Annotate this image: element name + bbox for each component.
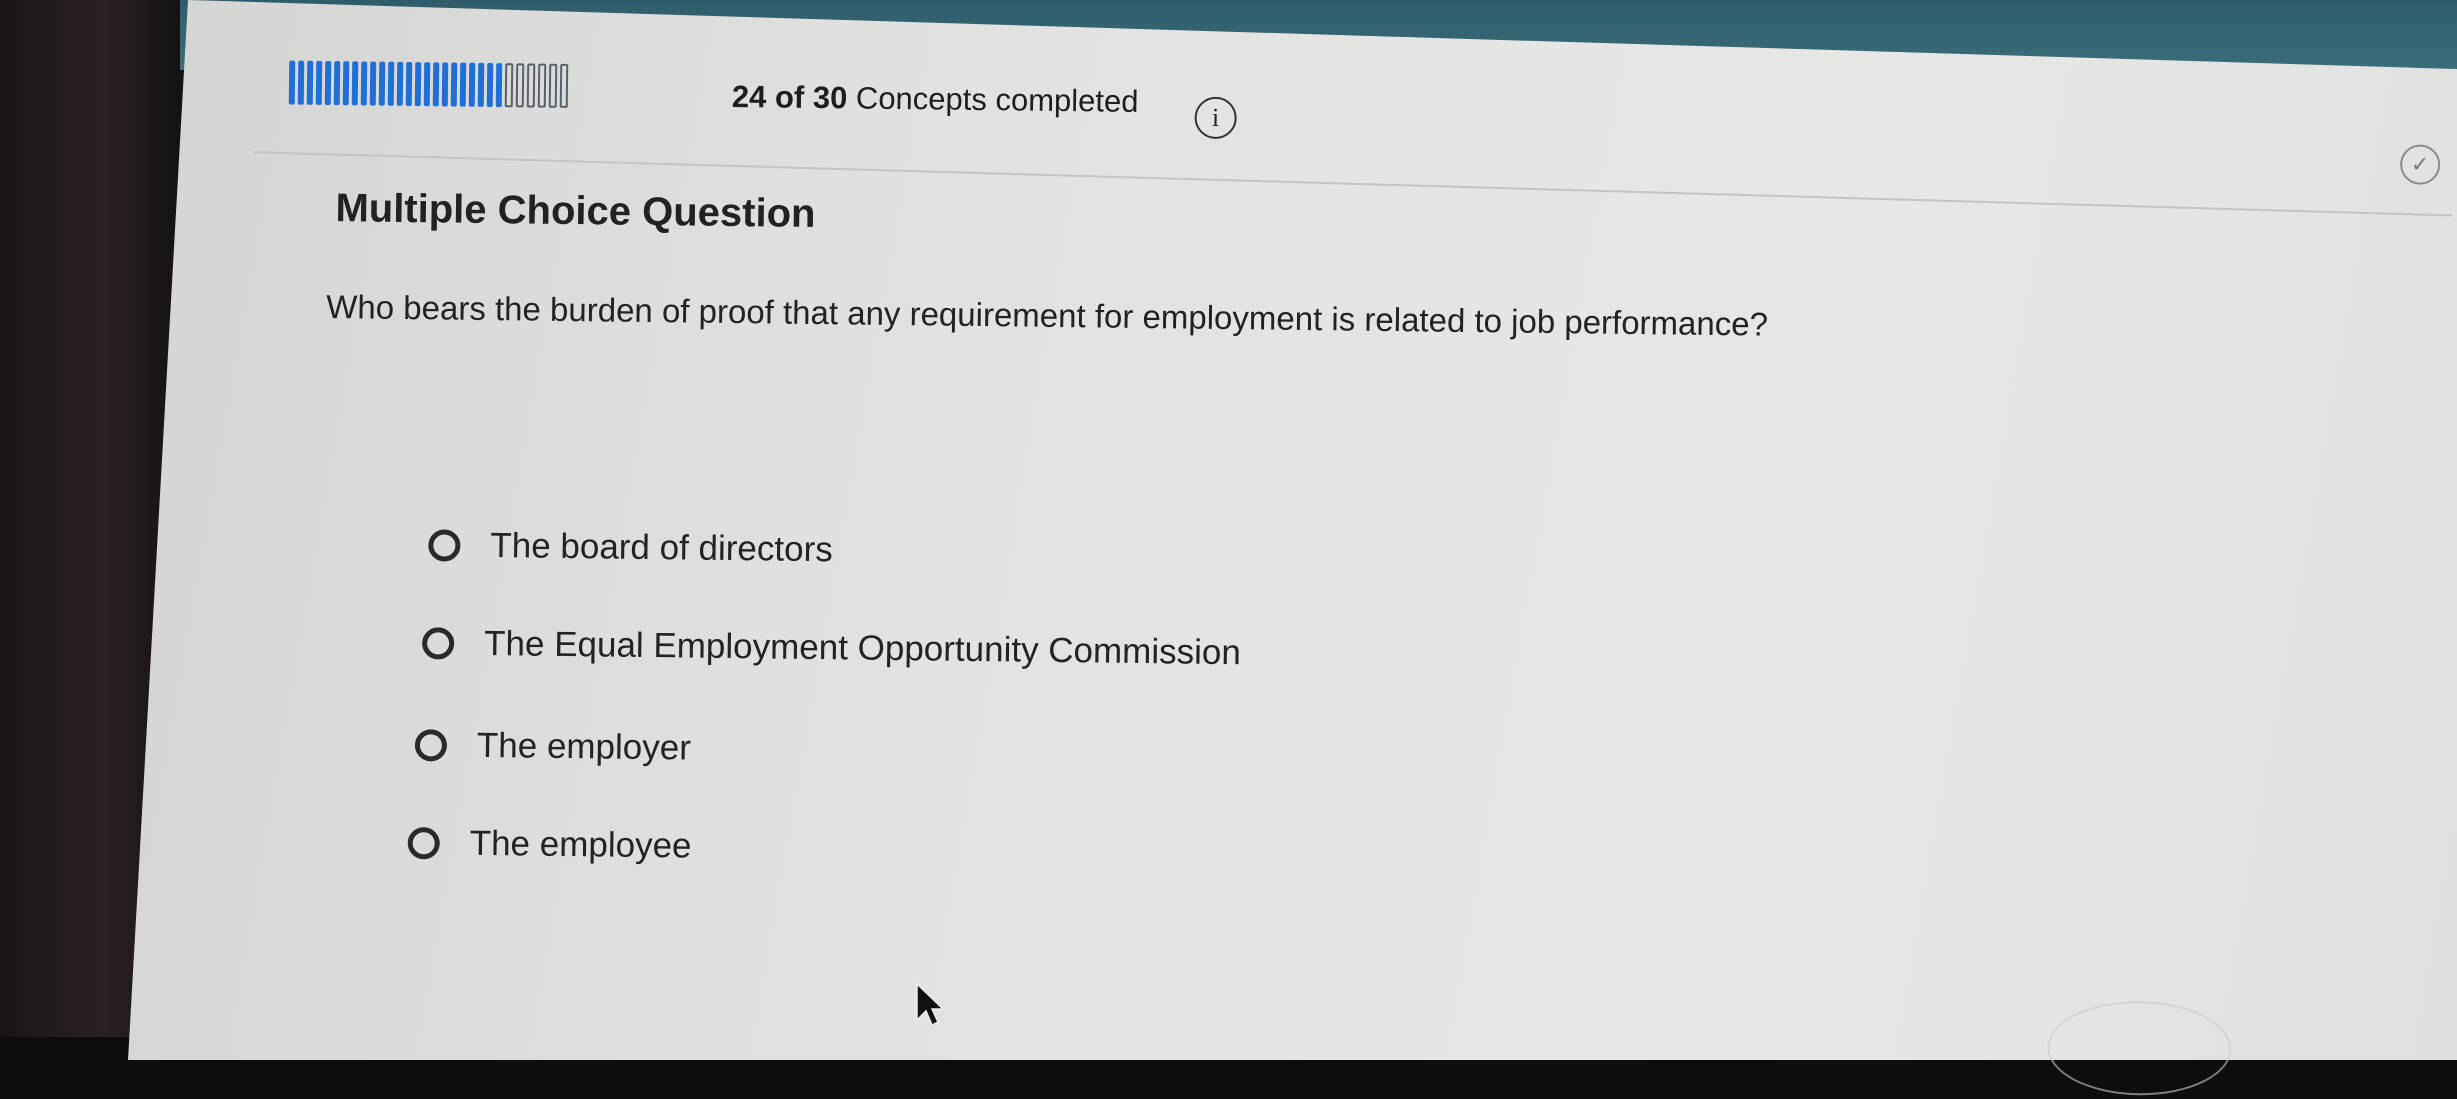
radio-button-icon[interactable] <box>428 529 461 562</box>
progress-segment-complete <box>360 61 368 106</box>
progress-status: 24 of 30 Concepts completed <box>732 79 1139 120</box>
screen-glare <box>2046 1000 2232 1097</box>
progress-segment-complete <box>378 61 386 106</box>
question-type-heading: Multiple Choice Question <box>335 186 816 236</box>
page-content: 24 of 30 Concepts completed i ✓ Multiple… <box>0 0 2457 1097</box>
radio-button-icon[interactable] <box>407 827 440 860</box>
concept-progress-bar <box>288 59 710 112</box>
question-prompt: Who bears the burden of proof that any r… <box>326 288 1769 343</box>
radio-button-icon[interactable] <box>421 627 455 660</box>
answer-option-2[interactable]: The Equal Employment Opportunity Commiss… <box>421 623 1242 673</box>
radio-button-icon[interactable] <box>414 729 448 762</box>
progress-segment-complete <box>342 61 350 106</box>
check-circle-icon[interactable]: ✓ <box>2399 144 2441 185</box>
progress-segment-complete <box>387 61 395 106</box>
progress-segment-complete <box>477 62 485 107</box>
progress-segment-complete <box>468 62 476 107</box>
progress-segment-incomplete <box>559 63 569 108</box>
answer-option-3[interactable]: The employer <box>414 725 692 768</box>
progress-segment-complete <box>333 61 341 106</box>
progress-segment-complete <box>324 60 332 106</box>
progress-segment-complete <box>369 61 377 106</box>
progress-segment-complete <box>351 61 359 106</box>
progress-segment-incomplete <box>526 63 536 108</box>
answer-option-label: The employee <box>469 823 692 866</box>
answer-option-4[interactable]: The employee <box>407 823 692 866</box>
progress-segment-complete <box>450 62 458 107</box>
progress-segment-complete <box>405 61 413 107</box>
progress-segment-complete <box>297 60 305 105</box>
progress-segment-complete <box>396 61 404 106</box>
answer-option-1[interactable]: The board of directors <box>428 525 833 570</box>
progress-segment-incomplete <box>537 63 547 108</box>
progress-segment-complete <box>486 62 494 108</box>
progress-segment-complete <box>441 62 449 107</box>
progress-segment-complete <box>495 63 503 108</box>
answer-option-label: The board of directors <box>490 526 833 570</box>
progress-segment-complete <box>459 62 467 107</box>
progress-segment-complete <box>315 60 323 105</box>
progress-count: 24 of 30 <box>731 78 848 116</box>
progress-segment-complete <box>423 62 431 107</box>
progress-segment-complete <box>414 62 422 107</box>
progress-segment-incomplete <box>504 63 514 108</box>
answer-option-label: The employer <box>476 725 692 768</box>
progress-segment-complete <box>288 60 296 105</box>
answer-option-label: The Equal Employment Opportunity Commiss… <box>483 623 1242 673</box>
progress-segment-complete <box>306 60 314 105</box>
progress-segment-incomplete <box>515 63 525 108</box>
progress-segment-incomplete <box>548 63 558 108</box>
progress-label: Concepts completed <box>847 80 1139 119</box>
progress-segment-complete <box>432 62 440 107</box>
info-icon[interactable]: i <box>1194 96 1237 140</box>
